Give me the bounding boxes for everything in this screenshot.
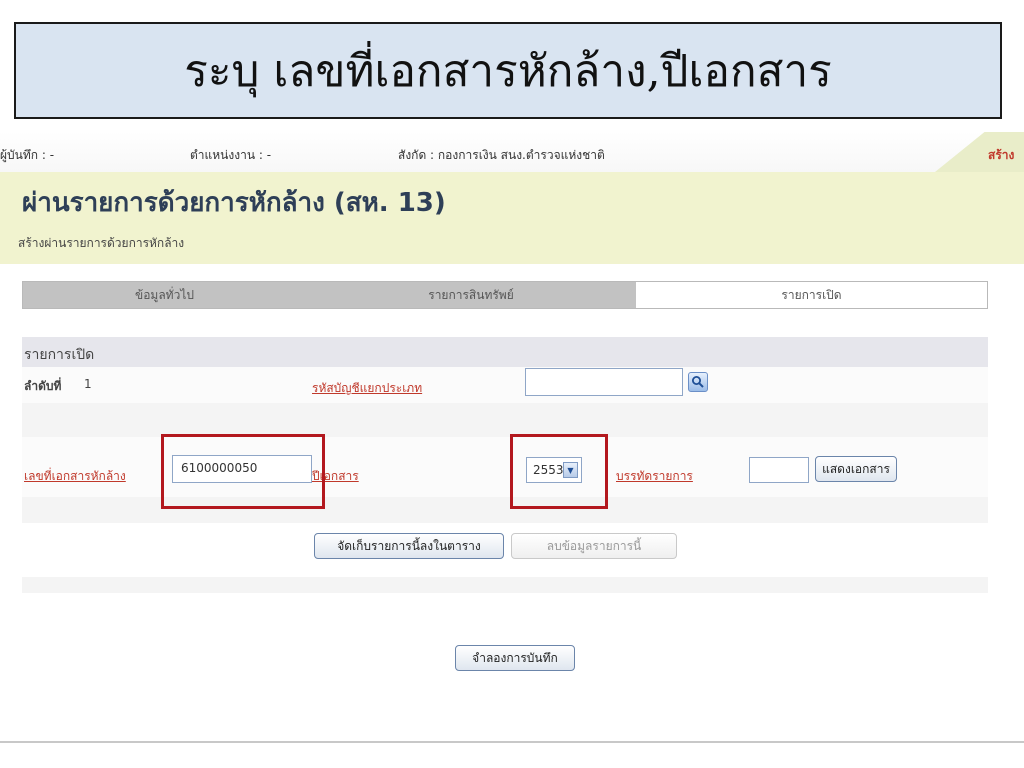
doc-year-highlight-box	[510, 434, 608, 509]
doc-no-highlight-box	[161, 434, 325, 509]
account-code-input[interactable]	[525, 368, 683, 396]
agency-label: สังกัด : กองการเงิน สนง.ตำรวจแห่งชาติ	[398, 148, 605, 162]
row-spacer	[22, 403, 988, 437]
line-item-link[interactable]: บรรทัดรายการ	[616, 467, 693, 486]
page-title: ผ่านรายการด้วยการหักล้าง (สห. 13)	[22, 188, 446, 218]
tab-general-info[interactable]: ข้อมูลทั่วไป	[23, 282, 306, 308]
form-row-account: ลำดับที่ 1 รหัสบัญชีแยกประเภท	[22, 367, 988, 403]
seq-value: 1	[84, 377, 92, 391]
form-row-actions: จัดเก็บรายการนี้ลงในตาราง ลบข้อมูลรายการ…	[22, 523, 988, 577]
page-subtitle: สร้างผ่านรายการด้วยการหักล้าง	[18, 236, 185, 250]
search-button[interactable]	[688, 372, 708, 392]
screen-bottom-border	[0, 741, 1024, 743]
recorder-label: ผู้บันทึก : -	[0, 148, 55, 162]
simulate-save-button[interactable]: จำลองการบันทึก	[455, 645, 575, 671]
page-header: ผ่านรายการด้วยการหักล้าง (สห. 13) สร้างผ…	[0, 172, 1024, 264]
delete-row-button[interactable]: ลบข้อมูลรายการนี้	[511, 533, 677, 559]
line-item-input[interactable]	[749, 457, 809, 483]
seq-label: ลำดับที่	[24, 379, 62, 393]
save-row-button[interactable]: จัดเก็บรายการนี้ลงในตาราง	[314, 533, 504, 559]
doc-no-link[interactable]: เลขที่เอกสารหักล้าง	[24, 467, 126, 486]
search-icon	[692, 376, 704, 388]
account-code-link[interactable]: รหัสบัญชีแยกประเภท	[312, 379, 422, 398]
tab-assets[interactable]: รายการสินทรัพย์	[306, 282, 636, 308]
section-header-row: รายการเปิด	[22, 337, 988, 367]
slide-title: ระบุ เลขที่เอกสารหักล้าง,ปีเอกสาร	[14, 22, 1002, 119]
position-label: ตำแหน่งงาน : -	[190, 148, 272, 162]
user-info-bar: ผู้บันทึก : - ตำแหน่งงาน : - สังกัด : กอ…	[0, 132, 1024, 172]
create-link[interactable]: สร้าง	[988, 146, 1014, 165]
tab-open-items[interactable]: รายการเปิด	[636, 282, 987, 308]
section-title: รายการเปิด	[24, 347, 95, 363]
tab-bar: ข้อมูลทั่วไป รายการสินทรัพย์ รายการเปิด	[22, 281, 988, 309]
show-document-button[interactable]: แสดงเอกสาร	[815, 456, 897, 482]
